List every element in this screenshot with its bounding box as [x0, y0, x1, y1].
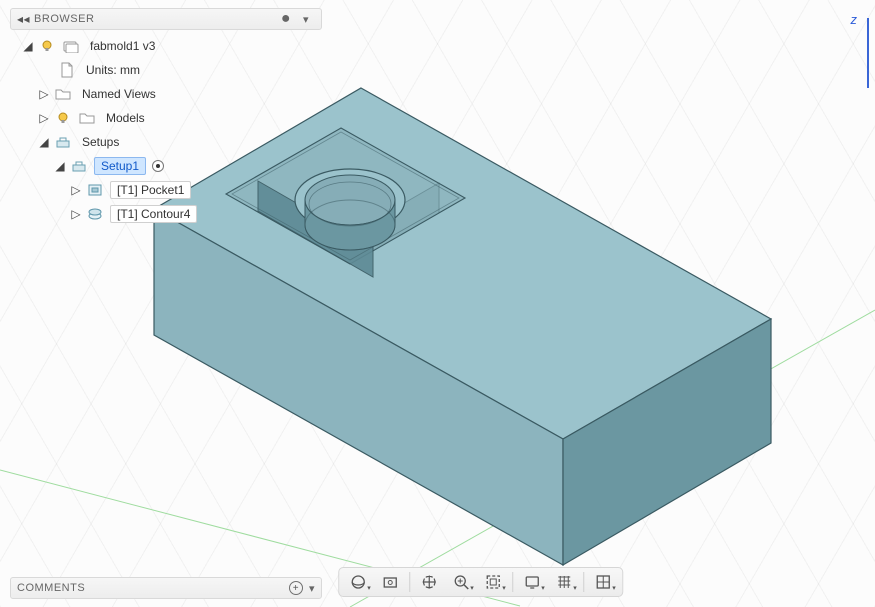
- tree-contour4[interactable]: ▷ [T1] Contour4: [10, 202, 322, 226]
- comments-header[interactable]: COMMENTS + ▾: [10, 577, 322, 599]
- tree-label[interactable]: [T1] Contour4: [110, 205, 197, 223]
- chevron-down-icon: ▾: [541, 584, 545, 592]
- nav-toolbar: ▾ ▾ ▾ ▾ ▾ ▾: [338, 567, 623, 597]
- axis-z-label: z: [851, 12, 858, 27]
- panel-options-icon[interactable]: ●: [277, 11, 295, 27]
- tree-units[interactable]: Units: mm: [10, 58, 322, 82]
- tree-label[interactable]: Units: mm: [82, 63, 144, 77]
- orbit-button[interactable]: ▾: [343, 570, 373, 594]
- browser-title: BROWSER: [34, 13, 277, 25]
- component-icon: [62, 37, 80, 55]
- setups-icon: [54, 133, 72, 151]
- tree-label[interactable]: Named Views: [78, 87, 160, 101]
- separator: [409, 572, 410, 592]
- browser-tree: ◢ fabmold1 v3 Units: mm ▷ Named Views: [10, 30, 322, 232]
- look-at-button[interactable]: [375, 570, 405, 594]
- zoom-button[interactable]: ▾: [446, 570, 476, 594]
- axis-z-line: [867, 18, 869, 88]
- folder-icon: [78, 109, 96, 127]
- contour-op-icon: [86, 205, 104, 223]
- lightbulb-icon[interactable]: [54, 109, 72, 127]
- tree-toggle[interactable]: ◢: [54, 160, 66, 172]
- tree-toggle[interactable]: ▷: [70, 184, 82, 196]
- tree-label[interactable]: fabmold1 v3: [86, 39, 159, 53]
- tree-setups[interactable]: ◢ Setups: [10, 130, 322, 154]
- tree-label[interactable]: [T1] Pocket1: [110, 181, 191, 199]
- tree-pocket1[interactable]: ▷ [T1] Pocket1: [10, 178, 322, 202]
- viewports-button[interactable]: ▾: [588, 570, 618, 594]
- tree-toggle[interactable]: ▷: [38, 112, 50, 124]
- tree-toggle[interactable]: ◢: [22, 40, 34, 52]
- folder-icon: [54, 85, 72, 103]
- lightbulb-icon[interactable]: [38, 37, 56, 55]
- tree-label-selected[interactable]: Setup1: [94, 157, 146, 175]
- chevron-down-icon: ▾: [612, 584, 616, 592]
- tree-toggle[interactable]: ▷: [70, 208, 82, 220]
- comments-title: COMMENTS: [17, 582, 289, 594]
- collapse-icon[interactable]: ◂◂: [17, 12, 30, 26]
- tree-toggle[interactable]: ▷: [38, 88, 50, 100]
- browser-header[interactable]: ◂◂ BROWSER ● ▾: [10, 8, 322, 30]
- chevron-down-icon: ▾: [573, 584, 577, 592]
- comments-panel: COMMENTS + ▾: [10, 577, 322, 599]
- comments-toggle-icon[interactable]: ▾: [309, 582, 315, 595]
- grid-snap-button[interactable]: ▾: [549, 570, 579, 594]
- tree-label[interactable]: Setups: [78, 135, 123, 149]
- tree-named-views[interactable]: ▷ Named Views: [10, 82, 322, 106]
- separator: [512, 572, 513, 592]
- chevron-down-icon: ▾: [470, 584, 474, 592]
- tree-setup1[interactable]: ◢ Setup1: [10, 154, 322, 178]
- display-settings-button[interactable]: ▾: [517, 570, 547, 594]
- chevron-down-icon: ▾: [502, 584, 506, 592]
- fit-button[interactable]: ▾: [478, 570, 508, 594]
- add-comment-icon[interactable]: +: [289, 581, 303, 595]
- tree-label[interactable]: Models: [102, 111, 149, 125]
- panel-toggle-icon[interactable]: ▾: [297, 13, 315, 26]
- setup-icon: [70, 157, 88, 175]
- separator: [583, 572, 584, 592]
- tree-toggle[interactable]: ◢: [38, 136, 50, 148]
- tree-root[interactable]: ◢ fabmold1 v3: [10, 34, 322, 58]
- pan-button[interactable]: [414, 570, 444, 594]
- active-setup-radio[interactable]: [152, 160, 164, 172]
- chevron-down-icon: ▾: [367, 584, 371, 592]
- pocket-op-icon: [86, 181, 104, 199]
- browser-panel: ◂◂ BROWSER ● ▾ ◢ fabmold1 v3 Units: mm ▷: [10, 8, 322, 232]
- tree-models[interactable]: ▷ Models: [10, 106, 322, 130]
- document-icon: [58, 61, 76, 79]
